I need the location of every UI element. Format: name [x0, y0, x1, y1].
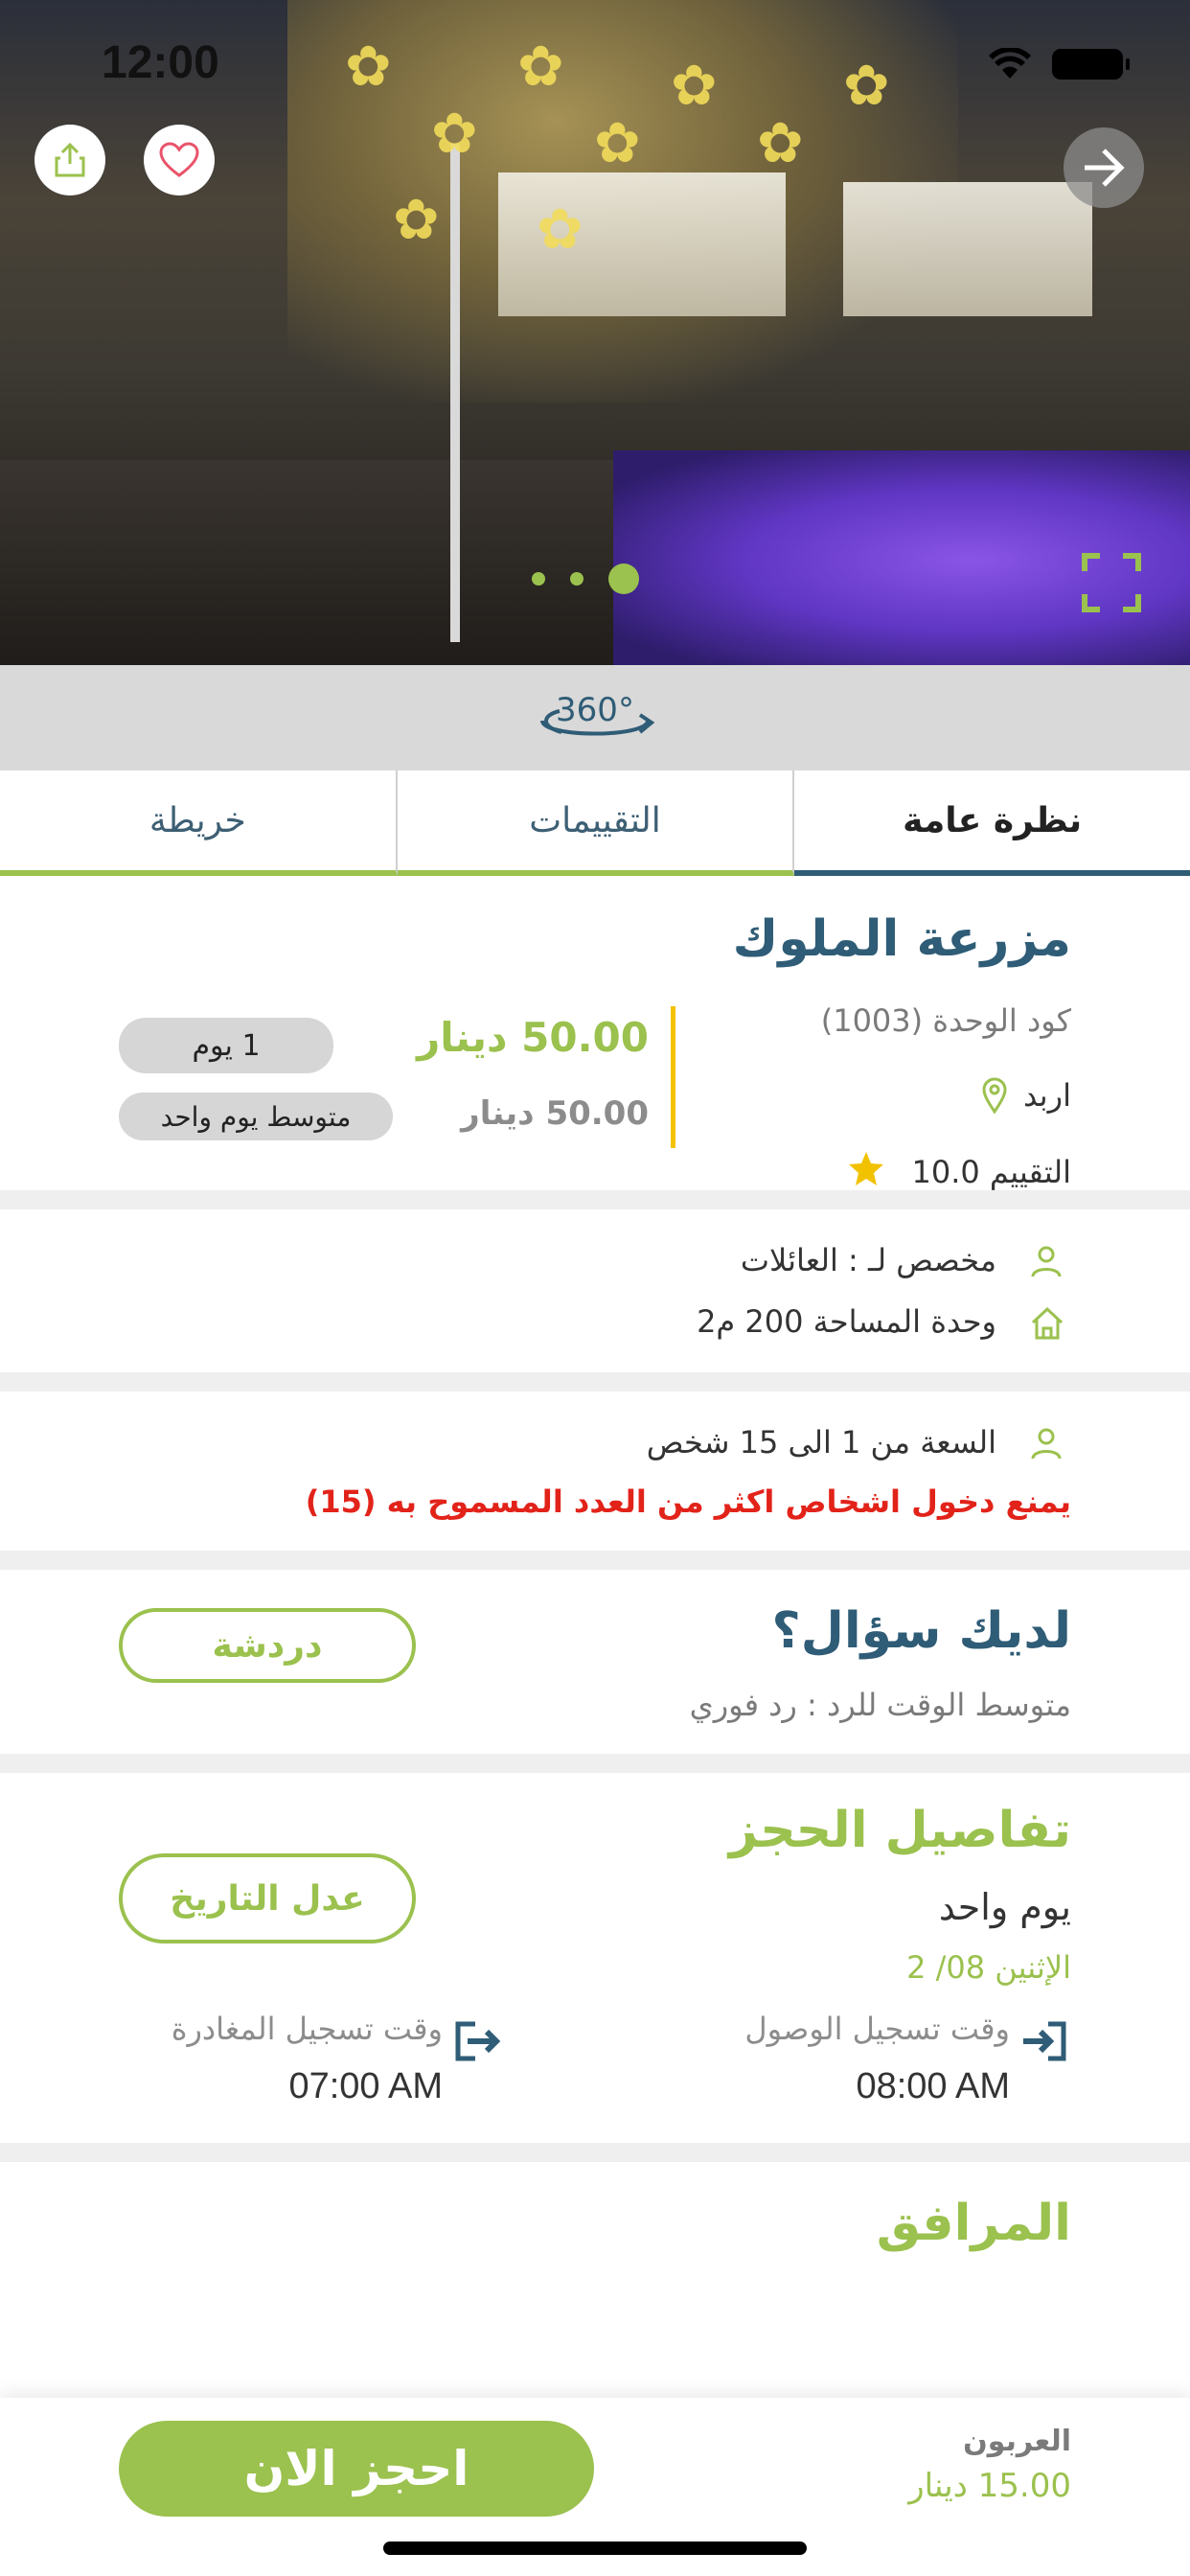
property-name: مزرعة الملوك	[732, 910, 1071, 968]
gallery-pagination	[532, 564, 639, 594]
response-time: متوسط الوقت للرد : رد فوري	[689, 1687, 1071, 1723]
light-flower: ✿	[393, 187, 440, 252]
badge-360-text: 360°	[556, 691, 634, 729]
home-indicator	[383, 2542, 807, 2555]
hero-candelabra	[450, 144, 460, 642]
deposit-label: العربون	[963, 2425, 1071, 2458]
section-separator	[0, 1551, 1190, 1570]
light-flower: ✿	[517, 34, 564, 99]
section-separator	[0, 2143, 1190, 2162]
checkout-time: 07:00 AM	[288, 2066, 443, 2106]
tab-overview[interactable]: نظرة عامة	[794, 770, 1190, 876]
light-flower: ✿	[843, 53, 890, 118]
price-divider	[671, 1006, 675, 1148]
city-label: اربد	[1022, 1077, 1071, 1114]
page-dot-active[interactable]	[608, 564, 639, 594]
duration-pill: 1 يوم	[119, 1018, 333, 1073]
light-flower: ✿	[537, 196, 584, 262]
tab-map[interactable]: خريطة	[0, 770, 398, 876]
status-icons	[989, 48, 1130, 80]
amenities-title: المرافق	[876, 2195, 1071, 2252]
photo-gallery[interactable]: ✿ ✿ ✿ ✿ ✿ ✿ ✿ ✿ ✿ 12:00	[0, 0, 1190, 665]
hero-window	[843, 182, 1092, 316]
price-average: 50.00 دينار	[461, 1094, 649, 1133]
light-flower: ✿	[757, 110, 804, 175]
page-dot[interactable]	[570, 572, 584, 586]
edit-date-button[interactable]: عدل التاريخ	[119, 1853, 416, 1944]
chat-button[interactable]: دردشة	[119, 1608, 416, 1683]
checkout-label: وقت تسجيل المغادرة	[171, 2011, 443, 2047]
fullscreen-icon[interactable]	[1081, 552, 1142, 613]
rotate-360-icon: 360°	[540, 691, 655, 736]
dedicated-for: مخصص لـ : العائلات	[740, 1242, 996, 1278]
average-pill: متوسط يوم واحد	[119, 1092, 393, 1140]
section-separator	[0, 1754, 1190, 1773]
question-title: لديك سؤال؟	[771, 1602, 1071, 1660]
share-button[interactable]	[34, 125, 105, 196]
person-icon	[1031, 1428, 1062, 1460]
heart-icon	[159, 142, 199, 177]
tab-reviews[interactable]: التقييمات	[397, 770, 795, 876]
light-flower: ✿	[594, 110, 641, 175]
page-dot[interactable]	[532, 572, 545, 586]
person-icon	[1031, 1246, 1062, 1277]
tab-bar: نظرة عامة التقييمات خريطة	[0, 770, 1190, 876]
rating-label: التقييم 10.0	[911, 1154, 1071, 1190]
battery-icon	[1052, 49, 1130, 80]
checkout-icon	[455, 2021, 501, 2061]
share-icon	[55, 142, 85, 177]
light-flower: ✿	[431, 101, 478, 166]
checkin-icon	[1023, 2021, 1066, 2061]
booking-footer: العربون 15.00 دينار احجز الان	[0, 2398, 1190, 2576]
section-separator	[0, 1190, 1190, 1209]
status-time: 12:00	[102, 37, 219, 88]
booking-duration: يوم واحد	[938, 1886, 1071, 1928]
booking-title: تفاصيل الحجز	[728, 1802, 1071, 1859]
hero-floor	[0, 460, 671, 665]
checkin-label: وقت تسجيل الوصول	[744, 2011, 1010, 2047]
location-pin-icon	[982, 1077, 1007, 1114]
next-photo-button[interactable]	[1064, 127, 1144, 208]
arrow-right-icon	[1085, 149, 1125, 187]
wifi-icon	[989, 48, 1031, 79]
booking-date: الإثنين 08/ 2	[906, 1949, 1071, 1986]
light-flower: ✿	[345, 34, 392, 99]
capacity-label: السعة من 1 الى 15 شخص	[646, 1424, 996, 1460]
deposit-value: 15.00 دينار	[908, 2467, 1071, 2505]
home-icon	[1031, 1306, 1064, 1340]
capacity-warning: يمنع دخول اشخاص اكثر من العدد المسموح به…	[305, 1484, 1071, 1520]
price-value: 50.00 دينار	[417, 1014, 649, 1061]
checkin-time: 08:00 AM	[856, 2066, 1010, 2106]
light-flower: ✿	[671, 53, 718, 118]
area-label: وحدة المساحة 200 م2	[697, 1303, 996, 1340]
star-icon	[849, 1152, 883, 1185]
favorite-button[interactable]	[144, 125, 215, 196]
unit-code: كود الوحدة (1003)	[820, 1002, 1071, 1039]
section-separator	[0, 1372, 1190, 1392]
book-now-button[interactable]: احجز الان	[119, 2421, 594, 2517]
view-360-button[interactable]: 360°	[0, 665, 1190, 770]
